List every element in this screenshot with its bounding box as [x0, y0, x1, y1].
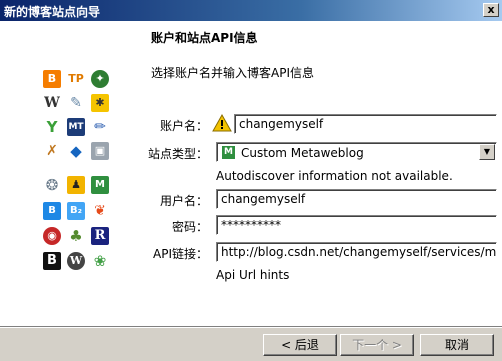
lycos-icon: ❂ [43, 176, 61, 194]
site-type-label: 站点类型： [147, 147, 208, 161]
wordpress-icon: W [67, 252, 85, 270]
ameblo-icon: ✱ [91, 94, 109, 112]
sohu-icon: ♣ [67, 227, 85, 245]
autodiscover-message: Autodiscover information not available. [216, 169, 453, 183]
terapad-icon: ▣ [91, 142, 109, 160]
password-label: 密码： [171, 220, 208, 234]
page-subtitle: 选择账户名并输入博客API信息 [151, 66, 314, 80]
api-url-field[interactable]: http://blog.csdn.net/changemyself/servic… [216, 242, 497, 262]
swirl-icon: ❀ [91, 252, 109, 270]
blogbus-icon: B [43, 202, 61, 220]
windows-live-icon: ❦ [91, 202, 109, 220]
blogger-icon: B [43, 70, 61, 88]
site-type-value: Custom Metaweblog [241, 146, 364, 160]
cancel-button[interactable]: 取消 [420, 334, 494, 356]
b-icon: B [43, 252, 61, 270]
metaweblog-icon: M [222, 146, 235, 159]
blog-provider-icons-panel: B TP ✦ W ✎ ✱ Y MT ✏ ✗ ◆ ▣ ❂ ♟ M B B₂ ❦ ◉… [0, 21, 137, 326]
site-type-select[interactable]: M Custom Metaweblog ▼ [216, 142, 497, 162]
chevron-down-icon[interactable]: ▼ [479, 144, 495, 160]
blogcn-icon: ◆ [67, 142, 85, 160]
api-link-label: API链接： [153, 247, 208, 261]
account-label: 账户名： [159, 119, 208, 133]
livejournal-icon: ✎ [67, 94, 85, 112]
tp-icon: TP [67, 70, 85, 88]
page-heading: 账户和站点API信息 [151, 31, 258, 45]
blogbus2-icon: B₂ [67, 202, 85, 220]
close-button[interactable]: x [483, 3, 499, 17]
wizard-footer: < 后退 下一个 > 取消 [0, 326, 502, 361]
back-button[interactable]: < 后退 [263, 334, 337, 356]
api-url-hint: Api Url hints [216, 268, 290, 282]
vox-icon: Y [43, 118, 61, 136]
blogharbor-icon: ✗ [43, 142, 61, 160]
tianya-icon: ♟ [67, 176, 85, 194]
metaweblog-icon: M [91, 176, 109, 194]
password-field[interactable]: ********** [216, 215, 497, 235]
blogsome-icon: ✏ [91, 118, 109, 136]
movabletype-icon: MT [67, 118, 85, 136]
warning-icon [212, 114, 232, 132]
title-bar: 新的博客站点向导 x [0, 0, 502, 21]
wordpress-w-icon: W [43, 94, 61, 112]
next-button[interactable]: 下一个 > [340, 334, 414, 356]
r-icon: R [91, 227, 109, 245]
window-title: 新的博客站点向导 [4, 5, 101, 19]
account-name-field[interactable]: changemyself [234, 114, 497, 134]
username-label: 用户名： [159, 194, 208, 208]
username-field[interactable]: changemyself [216, 189, 497, 209]
xanga-icon: ✦ [91, 70, 109, 88]
sina-icon: ◉ [43, 227, 61, 245]
